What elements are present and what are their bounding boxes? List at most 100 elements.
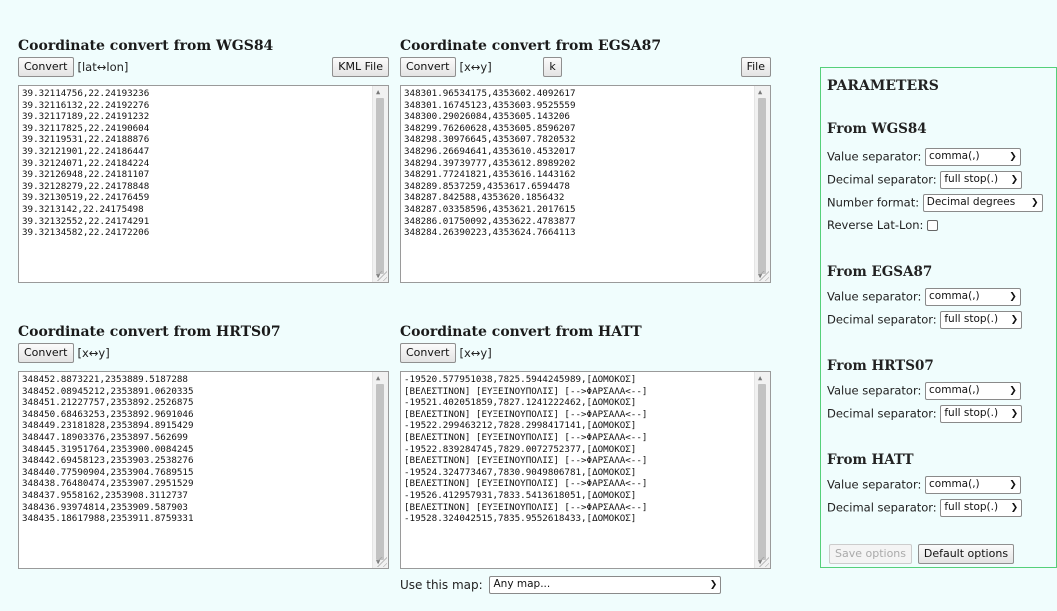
wgs84-value-sep-row: Value separator: comma(,) ❯	[827, 148, 1022, 166]
hatt-title: Coordinate convert from HATT	[400, 324, 642, 340]
wgs84-reverse-label: Reverse Lat-Lon:	[827, 218, 924, 232]
text-line: 348438.76480474,2353907.2951529	[22, 478, 194, 490]
wgs84-value-sep-select[interactable]: comma(,) ❯	[925, 148, 1022, 166]
text-line: 39.32114756,22.24193236	[22, 88, 150, 99]
wgs84-input[interactable]: 39.32114756,22.24193236 39.32116132,22.24…	[18, 85, 389, 283]
text-line: [ΒΕΛΕΣΤΙΝΟΝ] [ΕΥΞΕΙΝΟΥΠΟΛΙΣ] [-->ΦΑΡΣΑΛΑ…	[404, 501, 648, 513]
egsa87-convert-button[interactable]: Convert	[400, 57, 456, 77]
text-line: -19522.839284745,7829.0072752377,[ΔΟΜΟΚΟ…	[404, 443, 637, 455]
chevron-down-icon: ❯	[1010, 409, 1019, 419]
wgs84-number-format-select[interactable]: Decimal degrees ❯	[922, 194, 1043, 212]
wgs84-toolbar: Convert [lat↔lon] KML File	[18, 57, 389, 77]
egsa87-title: Coordinate convert from EGSA87	[400, 38, 662, 54]
hatt-input[interactable]: -19520.577951038,7825.5944245989,[ΔΟΜΟΚΟ…	[400, 371, 771, 569]
hrts07-decimal-sep-row: Decimal separator: full stop(.) ❯	[827, 405, 1023, 423]
wgs84-number-format-row: Number format: Decimal degrees ❯	[827, 194, 1043, 212]
wgs84-panel: Coordinate convert from WGS84 Convert [la…	[18, 38, 389, 283]
hatt-decimal-sep-select[interactable]: full stop(.) ❯	[940, 499, 1023, 517]
text-line: 348294.39739777,4353612.8989202	[404, 157, 576, 169]
wgs84-decimal-sep-label: Decimal separator:	[827, 172, 937, 187]
text-line: 348301.96534175,4353602.4092617	[404, 88, 576, 99]
text-line: 348452.08945212,2353891.0620335	[22, 385, 194, 397]
text-line: 348450.68463253,2353892.9691046	[22, 408, 194, 420]
hatt-decimal-sep-label: Decimal separator:	[827, 500, 937, 515]
hrts07-convert-button[interactable]: Convert	[18, 343, 74, 363]
chevron-down-icon: ❯	[1010, 175, 1019, 185]
wgs84-number-format-label: Number format:	[827, 195, 920, 210]
text-line: 348452.8873221,2353889.5187288	[22, 374, 188, 385]
hrts07-scrollbar[interactable]: ▲▼	[372, 372, 388, 568]
wgs84-value-sep-value: comma(,)	[929, 150, 980, 162]
text-line: 348440.77590904,2353904.7689515	[22, 466, 194, 478]
egsa87-file-button[interactable]: File	[740, 57, 771, 77]
wgs84-scrollbar[interactable]: ▲▼	[372, 86, 388, 282]
text-line: 348299.76260628,4353605.8596207	[404, 122, 576, 134]
hatt-value-sep-label: Value separator:	[827, 477, 922, 492]
wgs84-convert-button[interactable]: Convert	[18, 57, 74, 77]
egsa87-value-sep-select[interactable]: comma(,) ❯	[925, 288, 1022, 306]
egsa87-resize-handle[interactable]	[759, 271, 769, 281]
reverse-lat-lon-checkbox[interactable]	[927, 220, 939, 231]
hatt-value-sep-row: Value separator: comma(,) ❯	[827, 476, 1022, 494]
chevron-down-icon: ❯	[1010, 503, 1019, 513]
text-line: -19528.324042515,7835.9552618433,[ΔΟΜΟΚΟ…	[404, 513, 637, 525]
hatt-scrollbar[interactable]: ▲▼	[754, 372, 770, 568]
chevron-down-icon: ❯	[1009, 386, 1017, 396]
text-line: 348300.29026084,4353605.143206	[404, 111, 570, 123]
wgs84-resize-handle[interactable]	[377, 271, 387, 281]
text-line: 348447.18903376,2353897.562699	[22, 431, 188, 443]
text-line: 39.32128279,22.24178848	[22, 180, 150, 192]
egsa87-panel: Coordinate convert from EGSA87 Convert [x…	[400, 38, 771, 283]
egsa87-input[interactable]: 348301.96534175,4353602.4092617 348301.16…	[400, 85, 771, 283]
hatt-panel: Coordinate convert from HATT Convert [x↔y…	[400, 324, 771, 569]
hrts07-value-sep-row: Value separator: comma(,) ❯	[827, 382, 1022, 400]
default-options-button[interactable]: Default options	[917, 544, 1015, 564]
text-line: [ΒΕΛΕΣΤΙΝΟΝ] [ΕΥΞΕΙΝΟΥΠΟΛΙΣ] [-->ΦΑΡΣΑΛΑ…	[404, 478, 648, 490]
chevron-down-icon: ❯	[1009, 292, 1017, 302]
hrts07-resize-handle[interactable]	[377, 557, 387, 567]
text-line: -19521.402051859,7827.1241222462,[ΔΟΜΟΚΟ…	[404, 397, 637, 409]
text-line: [ΒΕΛΕΣΤΙΝΟΝ] [ΕΥΞΕΙΝΟΥΠΟΛΙΣ] [-->ΦΑΡΣΑΛΑ…	[404, 408, 648, 420]
map-select-value: Any map...	[493, 578, 551, 590]
hatt-value-sep-value: comma(,)	[929, 478, 980, 490]
k-button[interactable]: k	[543, 57, 562, 77]
map-select[interactable]: Any map... ❯	[489, 576, 722, 594]
hrts07-input[interactable]: 348452.8873221,2353889.5187288 348452.089…	[18, 371, 389, 569]
wgs84-decimal-sep-value: full stop(.)	[944, 173, 999, 185]
egsa87-params-title: From EGSA87	[827, 264, 933, 280]
text-line: 348287.842588,4353620.1856432	[404, 192, 565, 204]
egsa87-decimal-sep-value: full stop(.)	[944, 313, 999, 325]
hatt-convert-button[interactable]: Convert	[400, 343, 456, 363]
text-line: 348291.77241821,4353616.1443162	[404, 169, 576, 181]
wgs84-reverse-row: Reverse Lat-Lon:	[827, 218, 939, 232]
kml-file-button[interactable]: KML File	[332, 57, 389, 77]
egsa87-decimal-sep-row: Decimal separator: full stop(.) ❯	[827, 311, 1023, 329]
egsa87-scrollbar[interactable]: ▲▼	[754, 86, 770, 282]
hatt-toolbar: Convert [x↔y]	[400, 343, 771, 363]
egsa87-decimal-sep-label: Decimal separator:	[827, 312, 937, 327]
hrts07-decimal-sep-select[interactable]: full stop(.) ❯	[940, 405, 1023, 423]
text-line: 348298.30976645,4353607.7820532	[404, 134, 576, 146]
text-line: 348437.9558162,2353908.3112737	[22, 489, 188, 501]
egsa87-swap-hint: [x↔y]	[459, 60, 492, 74]
text-line: 39.32132552,22.24174291	[22, 215, 150, 227]
hatt-resize-handle[interactable]	[759, 557, 769, 567]
parameters-panel: PARAMETERS From WGS84 Value separator: c…	[820, 67, 1057, 568]
text-line: -19524.324773467,7830.9049806781,[ΔΟΜΟΚΟ…	[404, 466, 637, 478]
save-options-button[interactable]: Save options	[829, 544, 913, 564]
text-line: 348449.23181828,2353894.8915429	[22, 420, 194, 432]
wgs84-decimal-sep-select[interactable]: full stop(.) ❯	[940, 171, 1023, 189]
text-line: 39.32121901,22.24186447	[22, 145, 150, 157]
text-line: 39.32134582,22.24172206	[22, 227, 150, 239]
hrts07-value-sep-select[interactable]: comma(,) ❯	[925, 382, 1022, 400]
egsa87-value-sep-value: comma(,)	[929, 290, 980, 302]
egsa87-decimal-sep-select[interactable]: full stop(.) ❯	[940, 311, 1023, 329]
text-line: 39.32119531,22.24188876	[22, 134, 150, 146]
chevron-down-icon: ❯	[1009, 480, 1017, 490]
hatt-value-sep-select[interactable]: comma(,) ❯	[925, 476, 1022, 494]
map-row: Use this map: Any map... ❯	[400, 576, 722, 594]
wgs84-value-sep-label: Value separator:	[827, 149, 922, 164]
text-line: 348284.26390223,4353624.7664113	[404, 227, 576, 239]
text-line: 348442.69458123,2353903.2538276	[22, 455, 194, 467]
text-line: 39.32117189,22.24191232	[22, 111, 150, 123]
